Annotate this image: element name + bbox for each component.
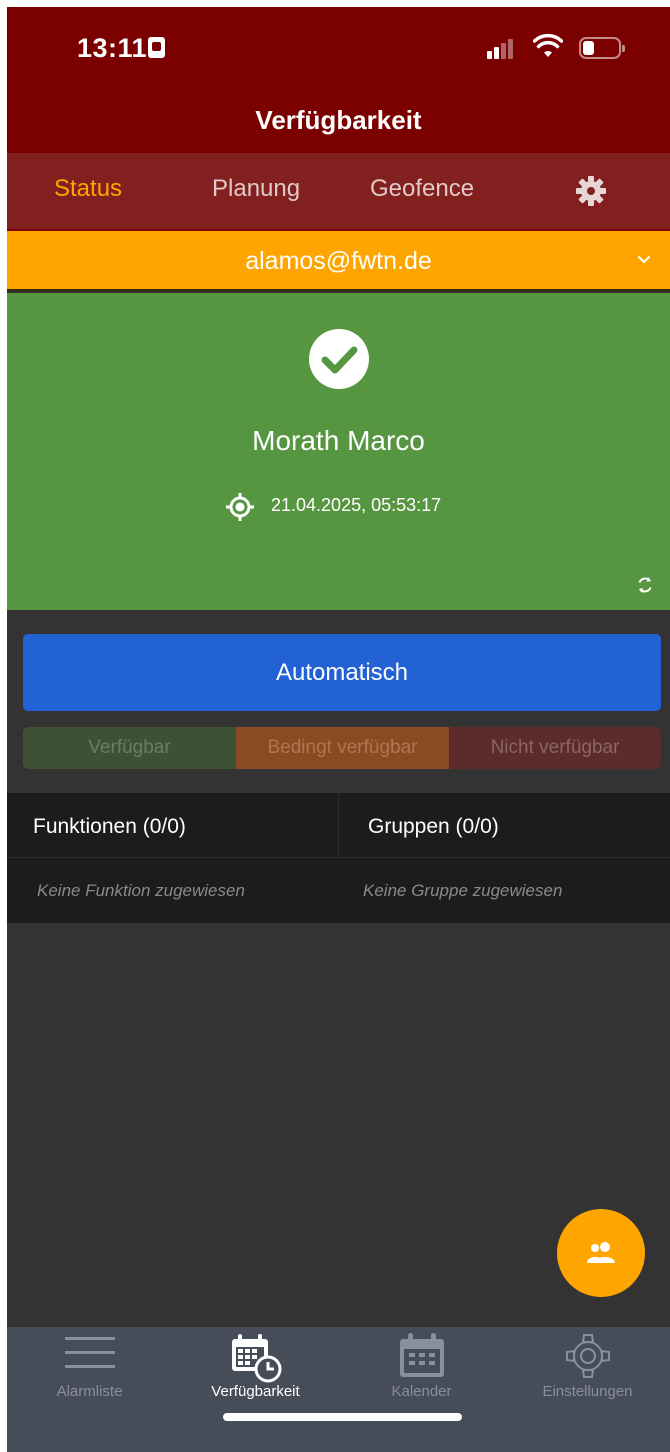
column-divider	[338, 793, 339, 857]
list-icon	[64, 1337, 115, 1368]
refresh-icon[interactable]	[635, 575, 655, 595]
functions-empty-text: Keine Funktion zugewiesen	[37, 881, 245, 900]
groups-header: Gruppen (0/0)	[368, 815, 499, 838]
user-name: Morath Marco	[252, 425, 425, 456]
nav-alarmliste[interactable]: Alarmliste	[7, 1327, 172, 1417]
people-fab-button[interactable]	[557, 1209, 645, 1297]
home-indicator[interactable]	[223, 1413, 462, 1421]
account-selector[interactable]: alamos@fwtn.de	[7, 229, 670, 291]
nav-kalender[interactable]: Kalender	[339, 1327, 504, 1417]
nav-verfuegbarkeit[interactable]: Verfügbarkeit	[173, 1327, 338, 1417]
page-title: Verfügbarkeit	[255, 105, 422, 135]
app-screen: 13:11 Verfügbarkeit Status Planung Geofe…	[7, 7, 670, 1452]
automatic-mode-button[interactable]: Automatisch	[23, 634, 661, 711]
people-icon	[587, 1242, 615, 1263]
sim-card-icon	[148, 37, 165, 58]
account-email: alamos@fwtn.de	[245, 247, 432, 275]
nav-label: Einstellungen	[542, 1383, 633, 1400]
groups-empty-text: Keine Gruppe zugewiesen	[363, 881, 563, 900]
gear-icon	[565, 1334, 610, 1378]
battery-icon	[579, 37, 625, 59]
nav-label: Verfügbarkeit	[211, 1383, 300, 1400]
nav-einstellungen[interactable]: Einstellungen	[505, 1327, 670, 1417]
location-target-icon	[226, 493, 254, 521]
wifi-icon	[533, 33, 563, 57]
option-conditionally-available[interactable]: Bedingt verfügbar	[236, 727, 449, 769]
tab-status[interactable]: Status	[54, 175, 122, 203]
calendar-icon	[399, 1333, 444, 1377]
availability-selector: Verfügbar Bedingt verfügbar Nicht verfüg…	[23, 727, 661, 769]
gear-icon[interactable]	[575, 175, 607, 207]
signal-icon	[487, 37, 517, 59]
tab-bar: Status Planung Geofence	[7, 153, 670, 229]
tab-geofence[interactable]: Geofence	[370, 175, 474, 203]
chevron-down-icon	[638, 256, 650, 264]
status-card: Morath Marco 21.04.2025, 05:53:17	[7, 293, 670, 610]
tab-planung[interactable]: Planung	[212, 175, 300, 203]
assignments-table: Funktionen (0/0) Gruppen (0/0) Keine Fun…	[7, 793, 670, 923]
check-icon	[309, 329, 369, 389]
option-available[interactable]: Verfügbar	[23, 727, 236, 769]
option-not-available[interactable]: Nicht verfügbar	[449, 727, 661, 769]
nav-label: Alarmliste	[56, 1383, 123, 1400]
row-divider	[7, 857, 670, 858]
nav-label: Kalender	[391, 1383, 452, 1400]
status-time: 13:11	[77, 33, 148, 63]
calendar-clock-icon	[231, 1334, 281, 1383]
status-bar: 13:11	[7, 7, 670, 97]
bottom-navigation: Alarmliste Verfügbarkeit Kalender Einste…	[7, 1327, 670, 1452]
status-timestamp: 21.04.2025, 05:53:17	[271, 495, 442, 515]
functions-header: Funktionen (0/0)	[33, 815, 186, 838]
title-bar: Verfügbarkeit	[7, 97, 670, 153]
